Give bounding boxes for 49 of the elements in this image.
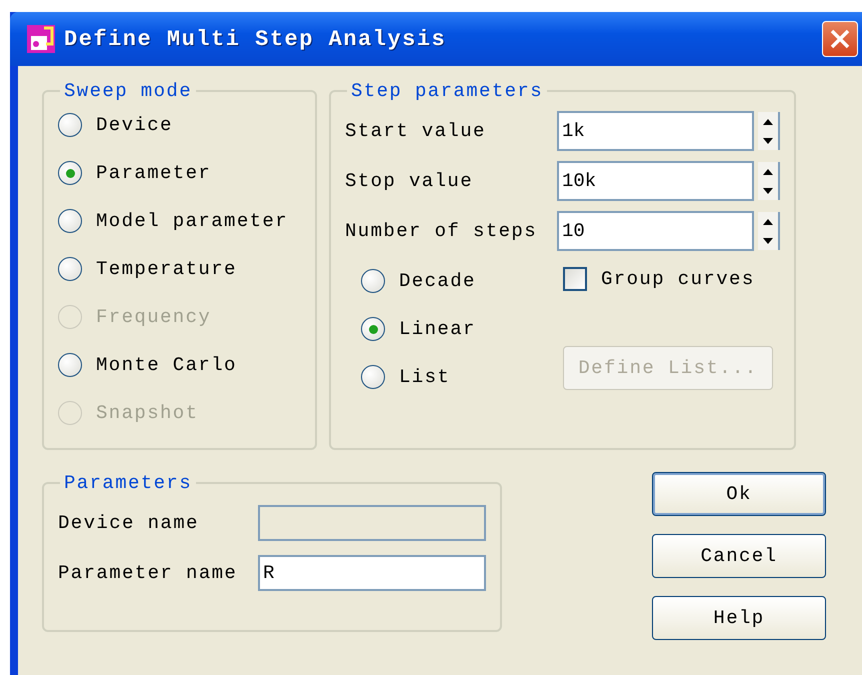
field-label: Parameter name xyxy=(58,562,238,584)
radio-button[interactable] xyxy=(361,365,385,389)
radio-button[interactable] xyxy=(58,161,82,185)
radio-button[interactable] xyxy=(361,317,385,341)
close-button[interactable] xyxy=(822,21,858,57)
field-label: Device name xyxy=(58,512,200,534)
radio-button[interactable] xyxy=(58,353,82,377)
spin-up-button[interactable] xyxy=(758,112,780,131)
radio-option[interactable]: Temperature xyxy=(58,256,237,282)
radio-option[interactable]: Parameter xyxy=(58,160,212,186)
radio-button[interactable] xyxy=(58,113,82,137)
close-icon xyxy=(829,28,851,50)
radio-option[interactable]: Linear xyxy=(361,316,476,342)
radio-button[interactable] xyxy=(58,209,82,233)
input-field[interactable]: R xyxy=(258,555,486,591)
input-field[interactable]: 10k xyxy=(557,161,754,201)
group-title: Step parameters xyxy=(350,80,544,102)
spin-down-button[interactable] xyxy=(758,231,780,250)
radio-option[interactable]: Device xyxy=(58,112,173,138)
spin-up-button[interactable] xyxy=(758,162,780,181)
window-title: Define Multi Step Analysis xyxy=(64,26,448,52)
field-label: Stop value xyxy=(345,170,474,192)
group-title: Sweep mode xyxy=(63,80,194,102)
up-arrow-icon xyxy=(763,168,773,174)
spin-down-button[interactable] xyxy=(758,181,780,200)
radio-option[interactable]: Decade xyxy=(361,268,476,294)
input-field[interactable]: 10 xyxy=(557,211,754,251)
radio-button[interactable] xyxy=(58,257,82,281)
dialog-button[interactable]: Cancel xyxy=(652,534,826,578)
down-arrow-icon xyxy=(763,138,773,144)
group-title: Parameters xyxy=(63,472,194,494)
down-arrow-icon xyxy=(763,238,773,244)
spin-down-button[interactable] xyxy=(758,131,780,150)
up-arrow-icon xyxy=(763,218,773,224)
app-icon xyxy=(26,24,56,54)
checkbox-option[interactable]: Group curves xyxy=(563,266,780,292)
radio-option[interactable]: Model parameter xyxy=(58,208,288,234)
radio-option[interactable]: Monte Carlo xyxy=(58,352,237,378)
up-arrow-icon xyxy=(763,118,773,124)
input-field[interactable]: 1k xyxy=(557,111,754,151)
down-arrow-icon xyxy=(763,188,773,194)
spin-up-button[interactable] xyxy=(758,212,780,231)
radio-option[interactable]: List xyxy=(361,364,450,390)
field-label: Start value xyxy=(345,120,487,142)
checkbox[interactable] xyxy=(563,267,587,291)
radio-button[interactable] xyxy=(361,269,385,293)
dialog-button[interactable]: Help xyxy=(652,596,826,640)
dialog-button[interactable]: Ok xyxy=(652,472,826,516)
field-label: Number of steps xyxy=(345,220,538,242)
